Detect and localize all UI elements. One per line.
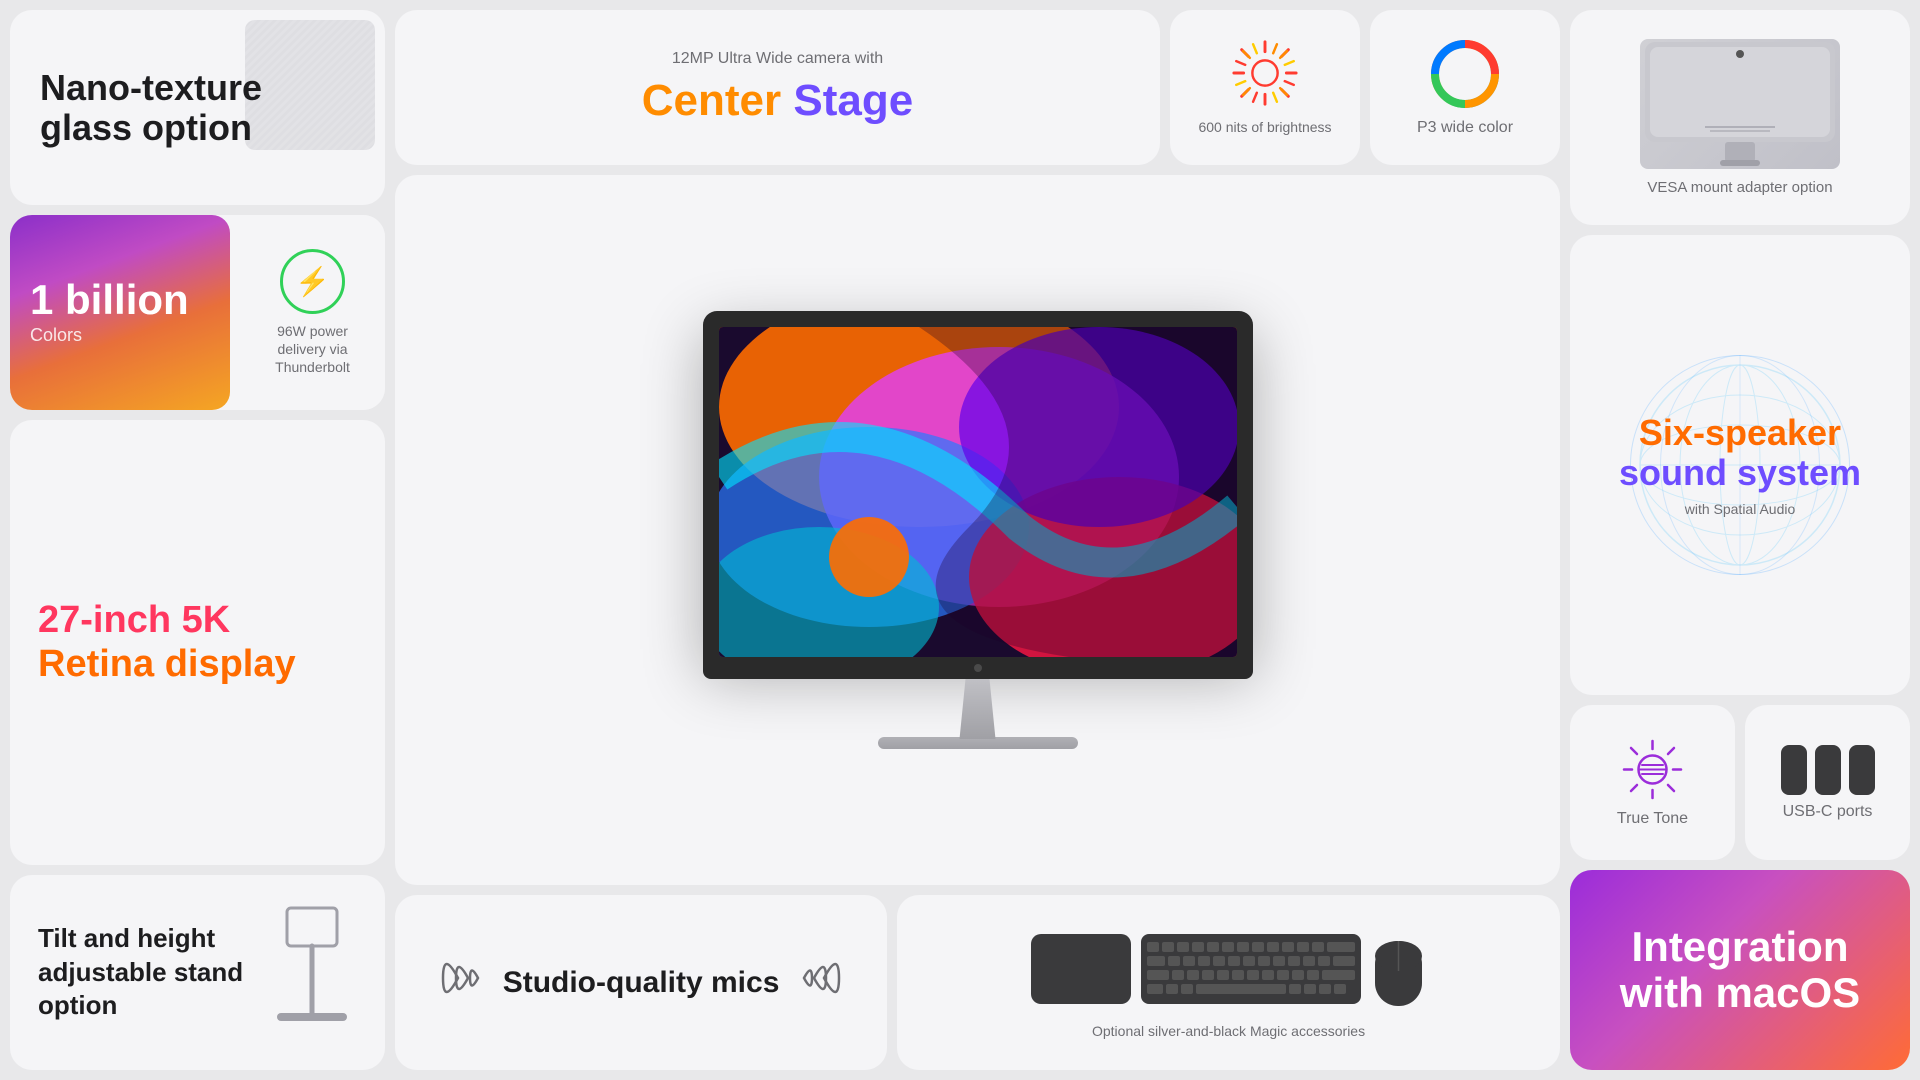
center-top-row: 12MP Ultra Wide camera with Center Stage bbox=[395, 10, 1560, 165]
usb-port-2 bbox=[1815, 745, 1841, 795]
brightness-text: 600 nits of brightness bbox=[1198, 118, 1331, 138]
screen-artwork bbox=[719, 327, 1237, 657]
mouse-icon bbox=[1371, 926, 1426, 1011]
nano-texture-title: Nano-texture glass option bbox=[40, 68, 355, 147]
wave-right-svg bbox=[799, 948, 844, 1008]
monitor-screen bbox=[719, 327, 1237, 657]
six-speaker-card: Six-speaker sound system with Spatial Au… bbox=[1570, 235, 1910, 695]
usb-port-3 bbox=[1849, 745, 1875, 795]
keyboard-icon bbox=[1141, 934, 1361, 1004]
cs-center: Center bbox=[642, 76, 781, 125]
retina-line1: 27-inch 5K bbox=[38, 599, 230, 641]
center-stage-card: 12MP Ultra Wide camera with Center Stage bbox=[395, 10, 1160, 165]
ss-six: Six-speaker bbox=[1639, 412, 1841, 453]
center-column: 12MP Ultra Wide camera with Center Stage bbox=[395, 10, 1560, 1070]
billion-number: 1 billion bbox=[30, 279, 210, 321]
billion-left: 1 billion Colors bbox=[10, 215, 230, 410]
ss-speaker: sound system bbox=[1619, 452, 1861, 493]
true-tone-text: True Tone bbox=[1617, 810, 1688, 828]
camera-label: 12MP Ultra Wide camera with bbox=[672, 50, 883, 68]
power-icon: ⚡ bbox=[280, 249, 345, 314]
right-column: VESA mount adapter option Six-speaker so… bbox=[1570, 10, 1910, 1070]
bottom-right-row: True Tone USB-C ports bbox=[1570, 705, 1910, 860]
monitor-wrapper bbox=[703, 311, 1253, 749]
usb-c-card: USB-C ports bbox=[1745, 705, 1910, 860]
sun-svg bbox=[1230, 37, 1300, 109]
monitor-dot bbox=[974, 664, 982, 672]
monitor-neck bbox=[948, 679, 1008, 739]
billion-right: ⚡ 96W power delivery via Thunderbolt bbox=[240, 215, 385, 410]
wave-left-icon bbox=[438, 948, 483, 1018]
usb-ports bbox=[1781, 745, 1875, 795]
usb-c-text: USB-C ports bbox=[1783, 803, 1873, 821]
vesa-text: VESA mount adapter option bbox=[1647, 179, 1832, 196]
sun-icon bbox=[1230, 38, 1300, 108]
nano-texture-card: Nano-texture glass option bbox=[10, 10, 385, 205]
six-speaker-title: Six-speaker sound system bbox=[1619, 413, 1861, 492]
left-column: Nano-texture glass option 1 billion Colo… bbox=[10, 10, 385, 1070]
tilt-text: Tilt and height adjustable stand option bbox=[38, 922, 267, 1023]
billion-card: 1 billion Colors ⚡ 96W power delivery vi… bbox=[10, 215, 385, 410]
main-display-card bbox=[395, 175, 1560, 885]
monitor-chin bbox=[703, 657, 1253, 679]
spatial-text: with Spatial Audio bbox=[1685, 501, 1796, 517]
power-text: 96W power delivery via Thunderbolt bbox=[255, 322, 370, 377]
accessories-card: Optional silver-and-black Magic accessor… bbox=[897, 895, 1560, 1070]
studio-mics-card: Studio-quality mics bbox=[395, 895, 887, 1070]
stand-image bbox=[267, 903, 357, 1043]
accessories-label: Optional silver-and-black Magic accessor… bbox=[1092, 1023, 1365, 1039]
usb-port-1 bbox=[1781, 745, 1807, 795]
vesa-svg bbox=[1645, 42, 1835, 167]
retina-line2: Retina display bbox=[38, 643, 296, 685]
p3-card: P3 wide color bbox=[1370, 10, 1560, 165]
center-stage-title: Center Stage bbox=[642, 76, 913, 126]
p3-text: P3 wide color bbox=[1417, 119, 1513, 137]
true-tone-icon bbox=[1620, 737, 1685, 802]
accessories-icons bbox=[1031, 926, 1426, 1011]
true-tone-card: True Tone bbox=[1570, 705, 1735, 860]
wave-left-svg bbox=[438, 948, 483, 1008]
tilt-card: Tilt and height adjustable stand option bbox=[10, 875, 385, 1070]
center-bottom-row: Studio-quality mics bbox=[395, 895, 1560, 1070]
retina-title: 27-inch 5K Retina display bbox=[38, 599, 357, 686]
studio-mics-text: Studio-quality mics bbox=[503, 965, 780, 1001]
integration-text: Integration with macOS bbox=[1595, 924, 1885, 1016]
brightness-card: 600 nits of brightness bbox=[1170, 10, 1360, 165]
stand-svg bbox=[267, 903, 357, 1053]
wave-right-icon bbox=[799, 948, 844, 1018]
integration-card: Integration with macOS bbox=[1570, 870, 1910, 1070]
vesa-image bbox=[1640, 39, 1840, 169]
color-wheel-icon bbox=[1430, 39, 1500, 109]
retina-card: 27-inch 5K Retina display bbox=[10, 420, 385, 865]
billion-label: Colors bbox=[30, 325, 210, 346]
cs-stage: Stage bbox=[793, 76, 913, 125]
monitor-frame bbox=[703, 311, 1253, 657]
true-tone-svg bbox=[1620, 737, 1685, 802]
vesa-card: VESA mount adapter option bbox=[1570, 10, 1910, 225]
trackpad-icon bbox=[1031, 934, 1131, 1004]
